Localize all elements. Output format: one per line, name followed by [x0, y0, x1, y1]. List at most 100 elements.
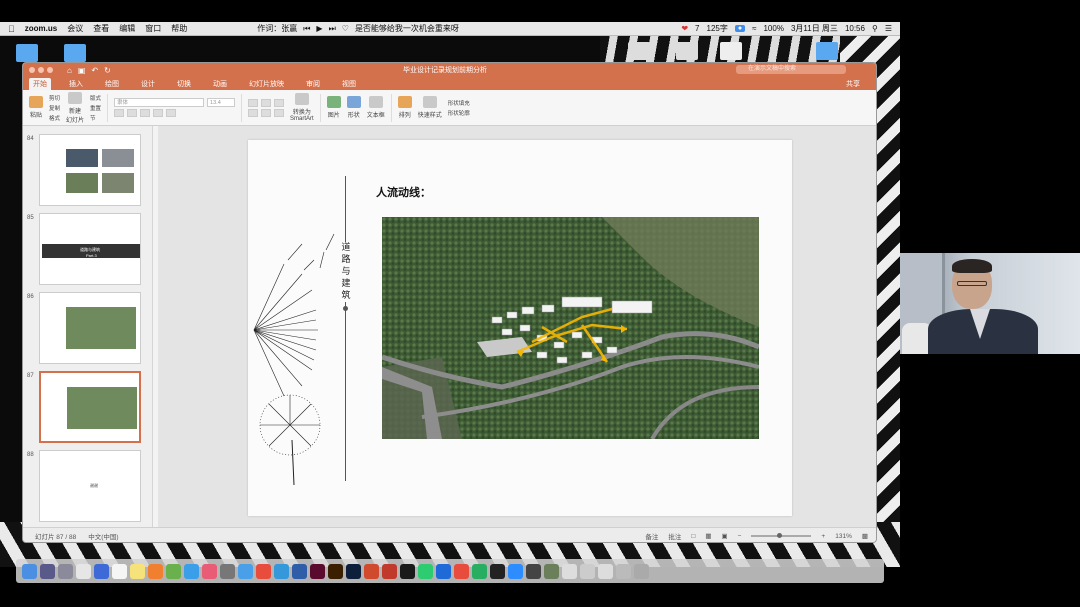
desktop-file-icon[interactable] [628, 42, 650, 60]
home-icon[interactable]: ⌂ [67, 66, 72, 75]
slide-title[interactable]: 人流动线： [376, 184, 431, 200]
textbox-button[interactable]: 文本框 [367, 96, 385, 119]
app-icon[interactable] [436, 563, 451, 579]
current-slide[interactable]: 道路与建筑 人流动线： [248, 140, 792, 516]
preview-icon[interactable] [238, 563, 253, 579]
undo-icon[interactable]: ↶ [91, 66, 98, 75]
fit-slide-icon[interactable]: ▩ [862, 532, 868, 540]
language-indicator[interactable]: 中文(中国) [88, 531, 118, 541]
copy-button[interactable]: 复制 [49, 104, 60, 112]
notes-icon[interactable] [130, 563, 145, 579]
trash-icon[interactable] [634, 563, 649, 579]
slide-thumbnail[interactable] [39, 292, 141, 364]
thumbnail-slide-87[interactable]: 87 [23, 371, 152, 447]
photos-icon[interactable] [148, 563, 163, 579]
tab-draw[interactable]: 绘图 [101, 78, 123, 90]
rocket-icon[interactable] [58, 563, 73, 579]
system-preferences-icon[interactable] [220, 563, 235, 579]
netease-music-icon[interactable] [454, 563, 469, 579]
tab-design[interactable]: 设计 [137, 78, 159, 90]
tab-home[interactable]: 开始 [29, 78, 51, 90]
previous-icon[interactable]: ⏮ [303, 24, 310, 34]
apple-icon[interactable]:  [8, 24, 15, 34]
numbering-button[interactable] [261, 98, 272, 107]
save-icon[interactable]: ▣ [78, 66, 86, 75]
notification-icon[interactable]: ☰ [885, 24, 892, 33]
tab-slideshow[interactable]: 幻灯片放映 [245, 78, 288, 90]
battery-label[interactable]: 100% [763, 24, 783, 33]
menu-item-help[interactable]: 帮助 [171, 23, 187, 34]
italic-button[interactable] [127, 109, 138, 117]
heart-filled-icon[interactable]: ❤ [681, 24, 688, 33]
participant-video[interactable] [900, 253, 1080, 354]
desktop-folder-icon[interactable] [16, 44, 38, 62]
tab-transitions[interactable]: 切换 [173, 78, 195, 90]
app-icon[interactable] [526, 563, 541, 579]
document-icon[interactable] [580, 563, 595, 579]
tab-view[interactable]: 视图 [338, 78, 360, 90]
desktop-folder-icon[interactable] [816, 42, 838, 60]
align-right-button[interactable] [274, 108, 285, 117]
thumbnail-slide-88[interactable]: 88 谢谢 [23, 450, 152, 526]
search-input[interactable]: 在演示文稿中搜索 [736, 65, 846, 74]
arrange-button[interactable]: 排列 [397, 96, 412, 119]
menu-item-window[interactable]: 窗口 [145, 23, 161, 34]
thumbnail-slide-85[interactable]: 85 道路与建筑 Part.3 [23, 213, 152, 289]
section-button[interactable]: 节 [90, 114, 101, 122]
font-name-select[interactable]: 隶体 [114, 98, 205, 107]
document-icon[interactable] [598, 563, 613, 579]
align-left-button[interactable] [248, 108, 259, 117]
numbers-icon[interactable] [166, 563, 181, 579]
launchpad-icon[interactable] [40, 563, 55, 579]
chrome-icon[interactable] [256, 563, 271, 579]
thumbnail-slide-86[interactable]: 86 [23, 292, 152, 368]
paste-button[interactable]: 粘贴 [29, 96, 43, 119]
format-painter-button[interactable]: 格式 [49, 114, 60, 122]
bullets-button[interactable] [248, 98, 259, 107]
font-size-select[interactable]: 13.4 [207, 98, 236, 107]
minimize-icon[interactable] [38, 67, 44, 73]
search-icon[interactable]: ⚲ [872, 24, 878, 33]
downloads-icon[interactable] [616, 563, 631, 579]
zoom-in-icon[interactable]: + [821, 533, 825, 540]
photoshop-icon[interactable] [346, 563, 361, 579]
app-menu[interactable]: zoom.us [25, 24, 57, 33]
zoom-status-icon[interactable]: ● [734, 25, 746, 32]
music-icon[interactable] [202, 563, 217, 579]
qq-icon[interactable] [490, 563, 505, 579]
slide-thumbnail[interactable]: 谢谢 [39, 450, 141, 522]
share-button[interactable]: 共享 [846, 79, 860, 89]
reading-view-icon[interactable]: ▣ [721, 532, 727, 540]
tab-insert[interactable]: 插入 [65, 78, 87, 90]
play-icon[interactable]: ▶ [316, 24, 322, 33]
reset-button[interactable]: 重置 [90, 104, 101, 112]
slide-thumbnail-selected[interactable] [39, 371, 141, 443]
normal-view-icon[interactable]: □ [691, 533, 695, 540]
document-icon[interactable] [544, 563, 559, 579]
slide-thumbnail[interactable] [39, 134, 141, 206]
heart-icon[interactable]: ♡ [342, 24, 349, 33]
aerial-site-image[interactable] [382, 217, 759, 439]
date-label[interactable]: 3月11日 周三 [791, 23, 838, 34]
clock[interactable]: 10:56 [845, 24, 865, 33]
safari-icon[interactable] [274, 563, 289, 579]
notes-button[interactable]: 备注 [645, 531, 658, 541]
finder-icon[interactable] [22, 563, 37, 579]
zoom-level[interactable]: 131% [835, 533, 852, 540]
next-icon[interactable]: ⏭ [329, 24, 336, 34]
mail-icon[interactable] [76, 563, 91, 579]
steam-icon[interactable] [400, 563, 415, 579]
wifi-icon[interactable]: ≈ [752, 24, 756, 33]
zoom-out-icon[interactable]: − [738, 533, 742, 540]
tab-animations[interactable]: 动画 [209, 78, 231, 90]
sorter-view-icon[interactable]: ▦ [705, 532, 711, 540]
desktop-file-icon[interactable] [676, 42, 698, 60]
cut-button[interactable]: 剪切 [49, 94, 60, 102]
redo-icon[interactable]: ↻ [104, 66, 111, 75]
indent-button[interactable] [274, 98, 285, 107]
bold-button[interactable] [114, 109, 125, 117]
calendar-icon[interactable] [112, 563, 127, 579]
zoom-icon[interactable] [47, 67, 53, 73]
word-icon[interactable] [292, 563, 307, 579]
quick-styles-button[interactable]: 快速样式 [418, 96, 442, 119]
